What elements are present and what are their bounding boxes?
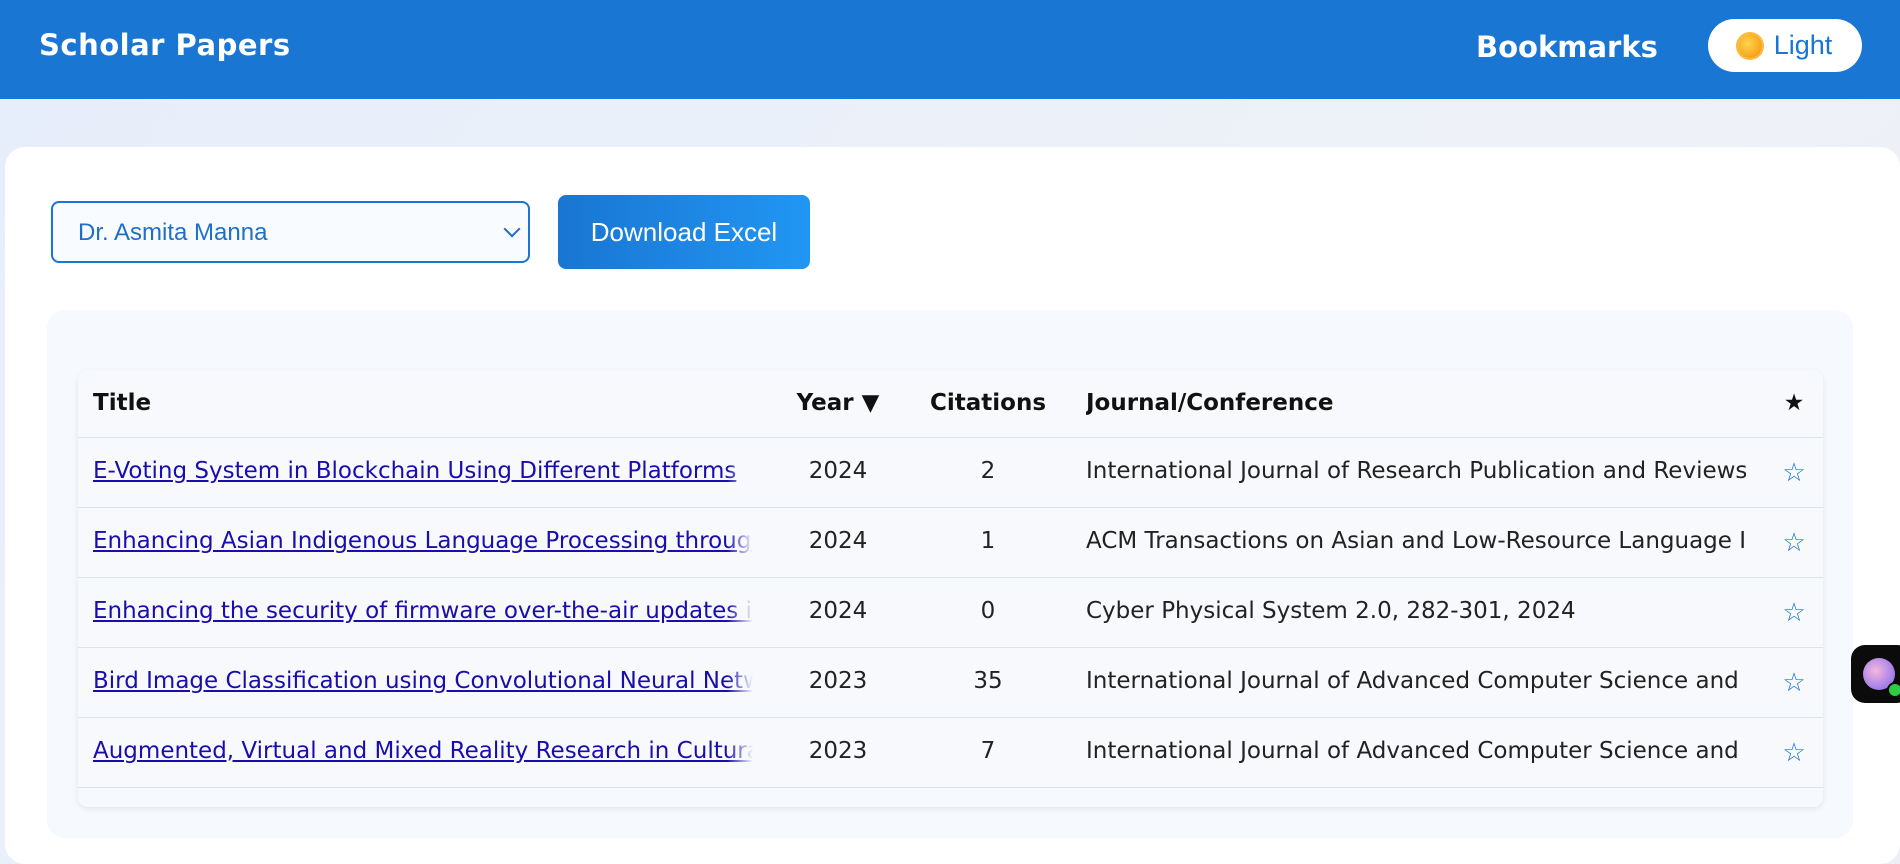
table-row-title[interactable]: Enhancing Asian Indigenous Language Proc… [93,528,753,554]
paper-title-link[interactable]: Bird Image Classification using Convolut… [93,668,753,694]
row-divider [78,717,1823,718]
title-fade [727,665,753,705]
table-cell-journal: Cyber Physical System 2.0, 282-301, 2024 [1086,598,1576,624]
column-header-citations[interactable]: Citations [928,390,1048,416]
online-status-icon [1887,682,1900,698]
title-fade [727,735,753,775]
table-cell-journal: ACM Transactions on Asian and Low-Resour… [1086,528,1746,554]
row-divider [78,437,1823,438]
table-cell-citations: 35 [973,668,1003,694]
title-fade [727,525,753,565]
paper-title-link[interactable]: Enhancing Asian Indigenous Language Proc… [93,528,753,554]
theme-toggle-button[interactable]: Light [1708,19,1862,72]
bookmark-star-icon[interactable]: ☆ [1779,738,1809,768]
column-header-year[interactable]: Year ▼ [788,390,888,416]
table-cell-journal: International Journal of Advanced Comput… [1086,738,1746,764]
top-navbar: Scholar Papers Bookmarks Light [0,0,1900,99]
sun-icon [1737,33,1762,58]
bookmark-star-icon[interactable]: ☆ [1779,528,1809,558]
paper-title-link[interactable]: Enhancing the security of firmware over-… [93,598,753,624]
title-fade [727,455,753,495]
chevron-down-icon [503,220,521,238]
table-cell-journal: International Journal of Advanced Comput… [1086,668,1746,694]
paper-title-link[interactable]: Augmented, Virtual and Mixed Reality Res… [93,738,753,764]
table-cell-year: 2024 [808,598,868,624]
row-divider [78,577,1823,578]
app-brand[interactable]: Scholar Papers [39,28,291,62]
table-cell-citations: 2 [980,458,996,484]
bookmark-star-icon[interactable]: ☆ [1779,598,1809,628]
row-divider [78,647,1823,648]
paper-title-link[interactable]: E-Voting System in Blockchain Using Diff… [93,458,736,484]
column-header-journal[interactable]: Journal/Conference [1086,390,1333,416]
table-row-title[interactable]: Bird Image Classification using Convolut… [93,668,753,694]
table-cell-citations: 0 [980,598,996,624]
theme-toggle-label: Light [1773,30,1833,60]
table-cell-journal: International Journal of Research Public… [1086,458,1746,484]
author-select[interactable]: Dr. Asmita Manna [51,201,530,263]
table-cell-year: 2024 [808,458,868,484]
table-row-title[interactable]: Augmented, Virtual and Mixed Reality Res… [93,738,753,764]
download-excel-button[interactable]: Download Excel [558,195,810,269]
row-divider [78,507,1823,508]
column-header-bookmark: ★ [1783,390,1805,416]
author-select-value: Dr. Asmita Manna [78,219,268,246]
table-cell-citations: 7 [980,738,996,764]
table-row-title[interactable]: Enhancing the security of firmware over-… [93,598,753,624]
assistant-widget[interactable] [1851,645,1900,703]
table-cell-year: 2023 [808,668,868,694]
bookmark-star-icon[interactable]: ☆ [1779,668,1809,698]
table-cell-year: 2024 [808,528,868,554]
bookmark-star-icon[interactable]: ☆ [1779,458,1809,488]
table-row-title[interactable]: E-Voting System in Blockchain Using Diff… [93,458,753,484]
column-header-title[interactable]: Title [93,390,151,416]
row-divider [78,787,1823,788]
nav-link-bookmarks[interactable]: Bookmarks [1476,30,1658,64]
title-fade [727,595,753,635]
table-cell-citations: 1 [980,528,996,554]
table-cell-year: 2023 [808,738,868,764]
